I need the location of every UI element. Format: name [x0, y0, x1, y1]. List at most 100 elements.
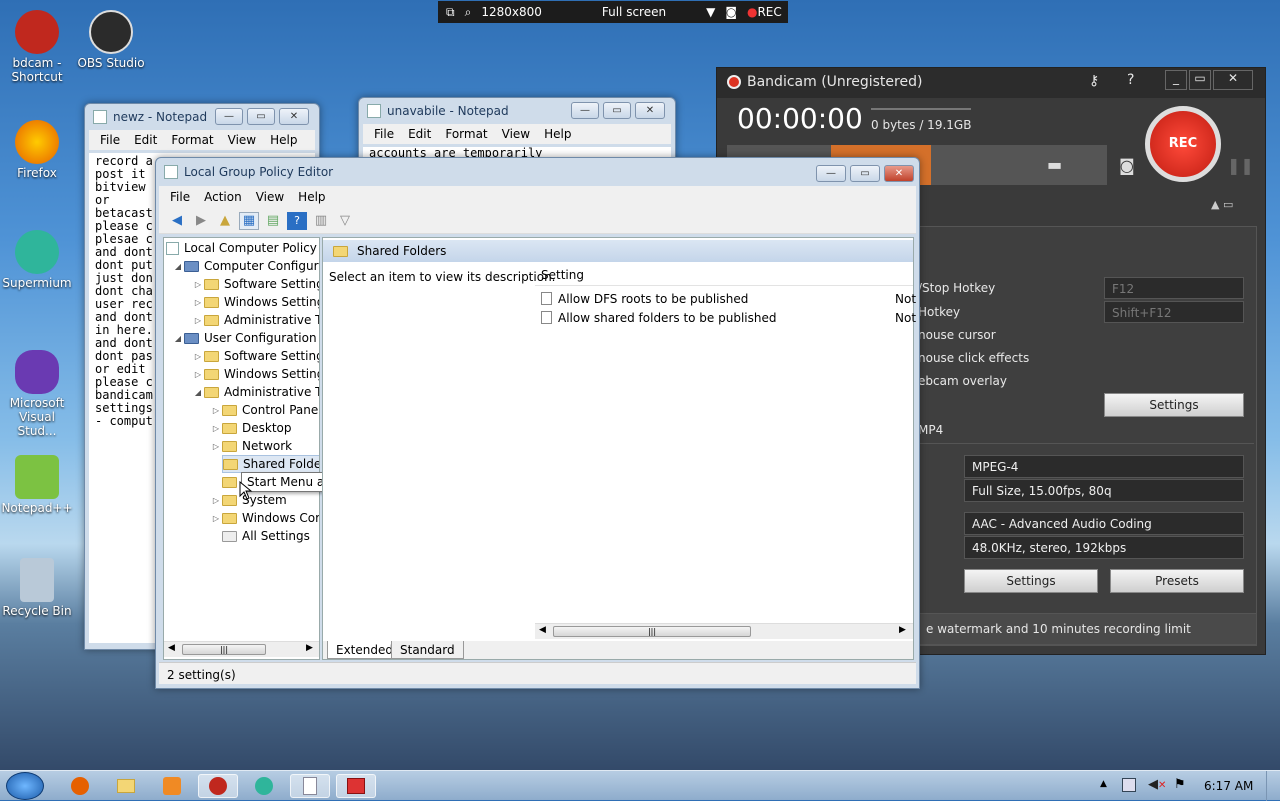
tree-item-cc-admin[interactable]: ▷ Administrative Te — [192, 311, 319, 329]
show-desktop-button[interactable] — [1266, 771, 1280, 801]
collapsed-icon[interactable]: ▷ — [210, 496, 222, 505]
tree-item-cc-windows[interactable]: ▷ Windows Setting — [192, 293, 319, 311]
close-button[interactable]: ✕ — [884, 165, 914, 182]
help-icon[interactable]: ? — [1127, 72, 1134, 88]
tray-expand-icon[interactable]: ▲ — [1100, 779, 1107, 789]
taskbar-media-player[interactable] — [152, 774, 192, 798]
minimize-button[interactable]: — — [215, 108, 243, 125]
mouse-cursor-option[interactable]: nouse cursor — [918, 328, 996, 342]
video-codec-field[interactable]: MPEG-4 — [964, 455, 1244, 478]
menu-edit[interactable]: Edit — [401, 127, 438, 141]
menu-view[interactable]: View — [221, 133, 263, 147]
collapsed-icon[interactable]: ▷ — [210, 424, 222, 433]
tree-item-uc-admin[interactable]: ◢ Administrative Te — [192, 383, 319, 401]
desktop-icon-firefox[interactable]: Firefox — [0, 120, 74, 180]
minimize-button[interactable]: — — [816, 165, 846, 182]
menu-file[interactable]: File — [367, 127, 401, 141]
menu-help[interactable]: Help — [291, 190, 332, 204]
camera-icon[interactable]: ◙ — [1119, 156, 1135, 175]
list-horizontal-scrollbar[interactable]: ◀ ||| ▶ — [535, 623, 913, 639]
desktop-icon-recycle-bin[interactable]: Recycle Bin — [0, 558, 74, 618]
scroll-thumb[interactable]: ||| — [553, 626, 751, 637]
scroll-right-icon[interactable]: ▶ — [899, 625, 906, 635]
tree-item-uc-software[interactable]: ▷ Software Settings — [192, 347, 319, 365]
minimize-button[interactable]: _ — [1165, 70, 1187, 90]
bandicam-rec-button[interactable]: REC — [1145, 106, 1221, 182]
menu-edit[interactable]: Edit — [127, 133, 164, 147]
maximize-button[interactable]: ▭ — [603, 102, 631, 119]
tray-network-icon[interactable] — [1122, 778, 1136, 792]
format-settings-button[interactable]: Settings — [964, 569, 1098, 593]
menu-file[interactable]: File — [93, 133, 127, 147]
collapsed-icon[interactable]: ▷ — [192, 316, 204, 325]
hotkey-pause-field[interactable]: Shift+F12 — [1104, 301, 1244, 323]
collapsed-icon[interactable]: ▷ — [192, 352, 204, 361]
window-icon[interactable]: ⧉ — [446, 5, 455, 20]
taskbar-bandicam[interactable] — [198, 774, 238, 798]
settings-button[interactable]: Settings — [1104, 393, 1244, 417]
expanded-icon[interactable]: ◢ — [172, 262, 184, 271]
close-button[interactable]: ✕ — [1213, 70, 1253, 90]
properties-icon[interactable]: ▥ — [311, 212, 331, 230]
capture-resolution[interactable]: 1280x800 — [481, 5, 542, 19]
collapsed-icon[interactable]: ▷ — [210, 406, 222, 415]
collapsed-icon[interactable]: ▷ — [192, 280, 204, 289]
setting-row[interactable]: Allow shared folders to be published Not — [535, 308, 916, 327]
desktop-icon-obs[interactable]: OBS Studio — [74, 10, 148, 70]
menu-help[interactable]: Help — [263, 133, 304, 147]
hotkey-record-field[interactable]: F12 — [1104, 277, 1244, 299]
menu-action[interactable]: Action — [197, 190, 249, 204]
forward-icon[interactable]: ▶ — [191, 212, 211, 230]
setting-row[interactable]: Allow DFS roots to be published Not — [535, 289, 916, 308]
capture-mode[interactable]: Full screen — [602, 5, 666, 19]
taskbar-explorer[interactable] — [106, 774, 146, 798]
scroll-thumb[interactable]: ||| — [182, 644, 266, 655]
start-button[interactable] — [6, 772, 44, 800]
desktop-icon-supermium[interactable]: Supermium — [0, 230, 74, 290]
desktop-icon-bdcam[interactable]: bdcam - Shortcut — [0, 10, 74, 84]
tray-volume-muted-icon[interactable]: ◀✕ — [1148, 777, 1166, 792]
mouse-click-option[interactable]: nouse click effects — [918, 351, 1029, 365]
tree-item-network[interactable]: ▷ Network — [210, 437, 292, 455]
taskbar-group-policy[interactable] — [336, 774, 376, 798]
scroll-left-icon[interactable]: ◀ — [539, 625, 546, 635]
minimize-button[interactable]: — — [571, 102, 599, 119]
tree-item-windows-components[interactable]: ▷ Windows Cor — [210, 509, 319, 527]
scroll-right-icon[interactable]: ▶ — [306, 643, 313, 653]
tree-item-computer-configuration[interactable]: ◢ Computer Configura — [172, 257, 319, 275]
tree-item-all-settings[interactable]: All Settings — [222, 527, 310, 545]
collapsed-icon[interactable]: ▷ — [192, 298, 204, 307]
filter-icon[interactable]: ▽ — [335, 212, 355, 230]
audio-codec-field[interactable]: AAC - Advanced Audio Coding — [964, 512, 1244, 535]
webcam-overlay-option[interactable]: ebcam overlay — [918, 374, 1007, 388]
collapse-icon[interactable]: ▲ ▭ — [1211, 198, 1233, 211]
gpe-titlebar[interactable]: Local Group Policy Editor — [156, 158, 919, 186]
desktop-icon-visual-studio[interactable]: Microsoft Visual Stud... — [0, 350, 74, 438]
folder-icon[interactable]: ▬ — [1047, 155, 1062, 174]
help-icon[interactable]: ? — [287, 211, 307, 230]
tree-item-cc-software[interactable]: ▷ Software Settings — [192, 275, 319, 293]
expanded-icon[interactable]: ◢ — [192, 388, 204, 397]
up-folder-icon[interactable]: ▲ — [215, 212, 235, 230]
scroll-left-icon[interactable]: ◀ — [168, 643, 175, 653]
menu-file[interactable]: File — [163, 190, 197, 204]
close-button[interactable]: ✕ — [635, 102, 665, 119]
tree-item-desktop[interactable]: ▷ Desktop — [210, 419, 292, 437]
back-icon[interactable]: ◀ — [167, 212, 187, 230]
tab-standard[interactable]: Standard — [391, 641, 464, 659]
maximize-button[interactable]: ▭ — [247, 108, 275, 125]
tree-item-root[interactable]: Local Computer Policy — [166, 239, 317, 257]
maximize-button[interactable]: ▭ — [1189, 70, 1211, 90]
pause-icon[interactable]: ❚❚ — [1227, 156, 1254, 175]
menu-help[interactable]: Help — [537, 127, 578, 141]
menu-view[interactable]: View — [249, 190, 291, 204]
key-icon[interactable]: ⚷ — [1089, 73, 1099, 89]
tree-item-user-configuration[interactable]: ◢ User Configuration — [172, 329, 317, 347]
taskbar-firefox[interactable] — [60, 774, 100, 798]
audio-spec-field[interactable]: 48.0KHz, stereo, 192kbps — [964, 536, 1244, 559]
taskbar-supermium[interactable] — [244, 774, 284, 798]
expanded-icon[interactable]: ◢ — [172, 334, 184, 343]
search-icon[interactable]: ⌕ — [465, 5, 472, 20]
menu-format[interactable]: Format — [438, 127, 494, 141]
tree-item-control-panel[interactable]: ▷ Control Panel — [210, 401, 319, 419]
